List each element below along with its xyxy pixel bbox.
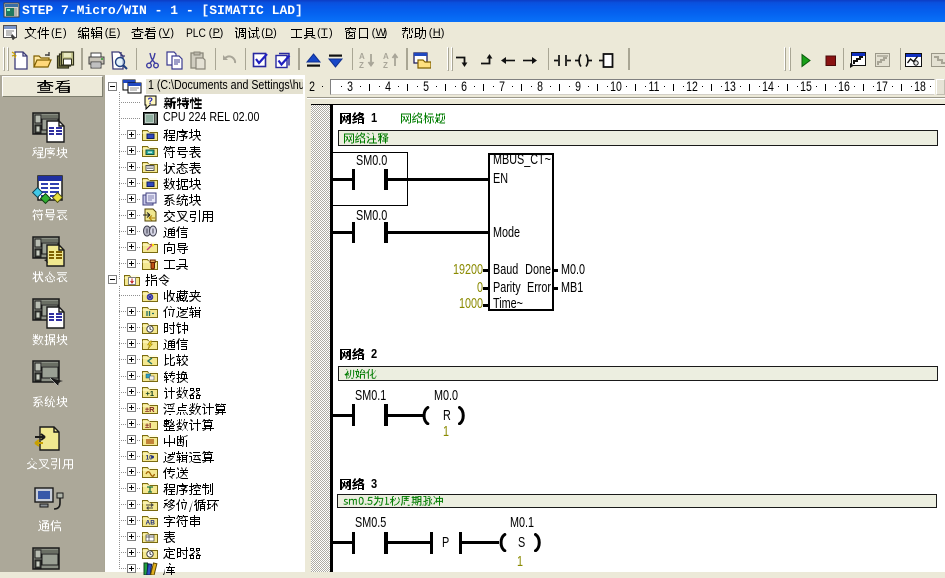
svg-text:±I: ±I bbox=[145, 421, 151, 430]
svg-text:?: ? bbox=[148, 96, 154, 106]
svg-text:A: A bbox=[383, 52, 389, 61]
svg-text:Z: Z bbox=[359, 61, 364, 70]
svg-text:±R: ±R bbox=[145, 405, 155, 414]
svg-text:+1: +1 bbox=[146, 389, 155, 398]
svg-text:AB: AB bbox=[146, 519, 156, 526]
svg-text:A: A bbox=[359, 52, 365, 61]
svg-text:Z: Z bbox=[383, 61, 388, 70]
